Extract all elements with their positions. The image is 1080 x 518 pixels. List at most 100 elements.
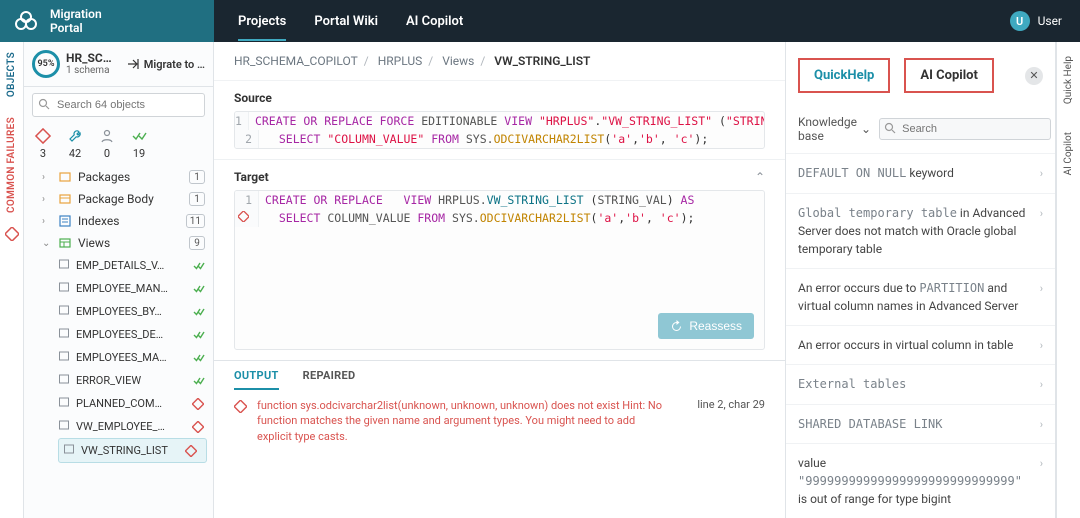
- view-item-icon: [58, 327, 70, 342]
- chevron-right-icon: ›: [1034, 279, 1043, 298]
- rail-tab-aicopilot[interactable]: AI Copilot: [1063, 118, 1074, 189]
- chevron-right-icon: ›: [1034, 454, 1043, 473]
- package-body-icon: [58, 192, 72, 206]
- view-item[interactable]: EMPLOYEES_BY…: [58, 300, 213, 323]
- view-item-label: PLANNED_COM…: [76, 397, 185, 410]
- brand-line1: Migration: [50, 7, 102, 21]
- rail-tab-quickhelp[interactable]: Quick Help: [1063, 42, 1074, 118]
- metric-errors[interactable]: 3: [34, 127, 52, 160]
- view-item-label: EMPLOYEES_DE…: [76, 328, 185, 341]
- chevron-right-icon: ›: [1034, 336, 1043, 355]
- view-item-icon: [58, 373, 70, 388]
- chevron-right-icon: ›: [42, 194, 52, 205]
- view-item-label: VW_EMPLOYEE_…: [76, 420, 185, 433]
- user-menu[interactable]: U User: [1010, 11, 1080, 31]
- node-views[interactable]: ⌄ Views 9: [24, 232, 213, 254]
- view-item-icon: [63, 443, 75, 458]
- nav-wiki[interactable]: Portal Wiki: [314, 2, 378, 41]
- chevron-right-icon: ›: [42, 216, 52, 227]
- nav-projects[interactable]: Projects: [238, 2, 286, 41]
- reassess-button[interactable]: Reassess: [658, 313, 754, 339]
- chevron-right-icon: ›: [1034, 204, 1043, 223]
- view-item-label: ERROR_VIEW: [76, 374, 185, 387]
- tab-output[interactable]: OUTPUT: [234, 361, 279, 390]
- kb-item[interactable]: An error occurs in virtual column in tab…: [786, 325, 1055, 365]
- brand-logo-icon: [14, 11, 40, 31]
- output-error-icon: [234, 398, 247, 416]
- kb-item[interactable]: SHARED DATABASE LINK›: [786, 404, 1055, 444]
- brand: Migration Portal: [0, 0, 214, 42]
- kb-item[interactable]: DEFAULT ON NULL keyword›: [786, 153, 1055, 193]
- package-icon: [58, 170, 72, 184]
- view-item[interactable]: EMPLOYEES_MA…: [58, 346, 213, 369]
- view-item[interactable]: ERROR_VIEW: [58, 369, 213, 392]
- source-code[interactable]: 1CREATE OR REPLACE FORCE EDITIONABLE VIE…: [234, 111, 765, 149]
- view-item[interactable]: EMPLOYEE_MAN…: [58, 277, 213, 300]
- target-code[interactable]: 1CREATE OR REPLACE VIEW HRPLUS.VW_STRING…: [234, 190, 765, 350]
- view-item[interactable]: EMPLOYEES_DE…: [58, 323, 213, 346]
- view-item[interactable]: VW_STRING_LIST: [58, 438, 207, 463]
- search-icon: [884, 122, 896, 137]
- target-label: Target: [234, 170, 269, 184]
- kb-item[interactable]: value "99999999999999999999999999999" is…: [786, 443, 1055, 518]
- aicopilot-button[interactable]: AI Copilot: [904, 58, 994, 93]
- migrate-button[interactable]: Migrate to …: [126, 57, 205, 71]
- node-indexes[interactable]: › Indexes 11: [24, 210, 213, 232]
- kb-item[interactable]: Global temporary table in Advanced Serve…: [786, 193, 1055, 268]
- kb-item[interactable]: An error occurs due to PARTITION and vir…: [786, 268, 1055, 325]
- view-item-icon: [58, 258, 70, 273]
- kb-search-input[interactable]: [879, 118, 1051, 140]
- schema-subtitle: 1 schema: [66, 65, 120, 76]
- view-icon: [58, 236, 72, 250]
- node-package-body[interactable]: › Package Body 1: [24, 188, 213, 210]
- avatar: U: [1010, 11, 1030, 31]
- metric-unknown[interactable]: 0: [98, 127, 116, 160]
- check-icon: [130, 127, 148, 145]
- rail-tab-failures[interactable]: COMMON FAILURES: [6, 107, 17, 223]
- crumb-owner[interactable]: HRPLUS: [378, 54, 423, 68]
- view-item-icon: [58, 419, 70, 434]
- view-item[interactable]: VW_EMPLOYEE_…: [58, 415, 213, 438]
- object-search-input[interactable]: [32, 93, 205, 117]
- metric-warnings[interactable]: 42: [66, 127, 84, 160]
- chevron-down-icon: ⌄: [861, 122, 871, 136]
- chevron-down-icon: ⌄: [42, 238, 52, 249]
- view-item[interactable]: PLANNED_COM…: [58, 392, 213, 415]
- kb-item[interactable]: External tables›: [786, 364, 1055, 404]
- person-icon: [98, 127, 116, 145]
- view-item-label: EMPLOYEES_BY…: [76, 305, 185, 318]
- right-panel: QuickHelp AI Copilot ✕ Knowledge base ⌄ …: [786, 42, 1056, 518]
- status-ok-icon: [191, 374, 205, 387]
- error-icon: [34, 127, 52, 145]
- collapse-target-icon[interactable]: ⌃: [755, 170, 765, 184]
- chevron-right-icon: ›: [1034, 415, 1043, 434]
- status-ok-icon: [191, 282, 205, 295]
- failures-icon: [5, 227, 19, 244]
- center-panel: HR_SCHEMA_COPILOT/ HRPLUS/ Views/ VW_STR…: [214, 42, 786, 518]
- crumb-schema[interactable]: HR_SCHEMA_COPILOT: [234, 54, 358, 68]
- refresh-icon: [670, 320, 683, 333]
- view-item[interactable]: EMP_DETAILS_V…: [58, 254, 213, 277]
- status-ok-icon: [191, 259, 205, 272]
- status-ok-icon: [191, 328, 205, 341]
- source-label: Source: [214, 81, 785, 111]
- index-icon: [58, 214, 72, 228]
- nav-copilot[interactable]: AI Copilot: [406, 2, 463, 41]
- close-panel-icon[interactable]: ✕: [1025, 67, 1043, 85]
- quickhelp-button[interactable]: QuickHelp: [798, 58, 890, 93]
- top-nav: Migration Portal Projects Portal Wiki AI…: [0, 0, 1080, 42]
- brand-line2: Portal: [50, 21, 102, 35]
- rail-tab-objects[interactable]: OBJECTS: [6, 42, 17, 107]
- kb-dropdown[interactable]: Knowledge base ⌄: [798, 115, 871, 143]
- object-tree: › Packages 1 › Package Body 1 › Indexes …: [24, 166, 213, 518]
- status-error-icon: [191, 421, 205, 433]
- node-packages[interactable]: › Packages 1: [24, 166, 213, 188]
- view-item-label: EMP_DETAILS_V…: [76, 259, 185, 272]
- crumb-current: VW_STRING_LIST: [494, 54, 590, 68]
- metric-ok[interactable]: 19: [130, 127, 148, 160]
- tab-repaired[interactable]: REPAIRED: [303, 361, 356, 390]
- chevron-right-icon: ›: [1034, 375, 1043, 394]
- sidebar: 95% HR_SC… 1 schema Migrate to …: [24, 42, 214, 518]
- chevron-right-icon: ›: [1034, 164, 1043, 183]
- crumb-type[interactable]: Views: [442, 54, 474, 68]
